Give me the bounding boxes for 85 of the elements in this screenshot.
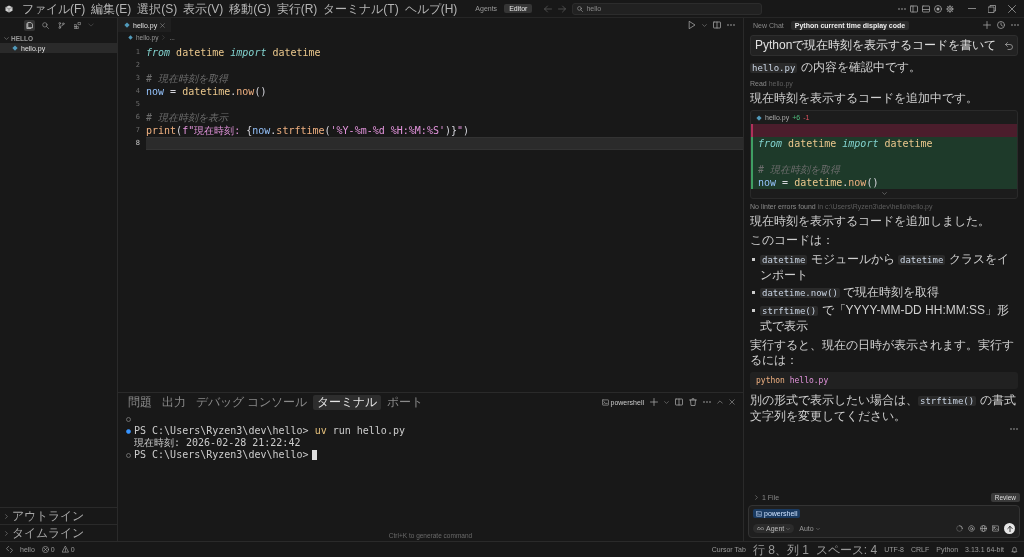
search-icon: [577, 5, 584, 12]
code-line: # 現在時刻を取得: [146, 72, 230, 85]
menu-item[interactable]: ファイル(F): [19, 0, 89, 17]
trash-icon[interactable]: [689, 398, 697, 406]
response-text: 現在時刻を表示するコードを追加中です。: [750, 91, 979, 106]
menu-item[interactable]: ターミナル(T): [320, 0, 402, 17]
code-block: python hello.py: [750, 372, 1018, 389]
file-type-icon: [12, 45, 18, 51]
menu-item[interactable]: 実行(R): [273, 0, 321, 17]
chevron-down-icon[interactable]: [702, 22, 707, 28]
warning-icon: [61, 546, 69, 553]
arrow-up-icon: [1006, 525, 1013, 532]
panel-tab[interactable]: ポート: [383, 394, 428, 410]
section-header[interactable]: タイムライン: [0, 524, 117, 541]
bullet-icon: [752, 291, 755, 294]
section-header[interactable]: アウトライン: [0, 507, 117, 524]
chevron-down-icon: [815, 526, 820, 531]
bullet-icon: [752, 309, 755, 312]
list-item: datetime.now() で現在時刻を取得: [760, 285, 940, 301]
menu-item[interactable]: 表示(V): [180, 0, 227, 17]
panel-tab[interactable]: 問題: [124, 394, 156, 410]
toggle-sidebar-icon[interactable]: [910, 4, 918, 13]
panel-tab[interactable]: 出力: [158, 394, 190, 410]
search-icon[interactable]: [39, 19, 51, 31]
settings-icon[interactable]: [946, 4, 954, 13]
more-icon[interactable]: [898, 7, 906, 10]
response-text: 現在時刻を表示するコードを追加しました。: [750, 214, 991, 229]
menu-item[interactable]: 編集(E): [88, 0, 135, 17]
code-line: print(f"現在時刻: {now.strftime('%Y-%m-%d %H:%M:%S')}"): [146, 124, 471, 137]
panel-tab[interactable]: ターミナル: [313, 394, 382, 410]
chevron-down-icon[interactable]: [881, 191, 887, 196]
infinity-icon: [757, 526, 764, 531]
list-item: strftime() で「YYYY-MM-DD HH:MM:SS」形式で表示: [760, 303, 1011, 334]
file-type-icon: [756, 114, 762, 121]
status-item[interactable]: 行 8、列 1: [752, 542, 809, 557]
chevron-down-icon: [786, 526, 791, 531]
response-text: hello.py の内容を確認中です。: [750, 60, 922, 76]
response-text: このコードは：: [750, 233, 835, 248]
terminal-icon: [756, 510, 762, 517]
response-text: 実行すると、現在の日時が表示されます。実行するには：: [750, 338, 1015, 368]
undo-icon[interactable]: [1005, 41, 1013, 50]
terminal-icon: [601, 398, 609, 406]
chevron-right-icon: [161, 34, 167, 40]
target-icon[interactable]: [934, 4, 942, 13]
terminal-line: PS C:\Users\Ryzen3\dev\hello> uv run hello.py: [134, 425, 405, 437]
bell-icon[interactable]: [1011, 546, 1018, 553]
history-icon[interactable]: [997, 21, 1005, 29]
ring-icon: [956, 525, 963, 532]
bullet-icon: [752, 258, 755, 261]
menu-item[interactable]: 移動(G): [226, 0, 274, 17]
remote-icon[interactable]: [6, 546, 13, 553]
error-icon: [41, 546, 49, 553]
run-icon[interactable]: [688, 21, 696, 29]
split-editor-icon[interactable]: [713, 21, 721, 29]
app-logo-icon: [5, 4, 13, 13]
close-icon[interactable]: [729, 399, 735, 405]
source-control-icon[interactable]: [55, 19, 67, 31]
plus-icon[interactable]: [983, 21, 991, 29]
message-text: Pythonで現在時刻を表示するコードを書いて: [755, 38, 997, 53]
at-sign-icon[interactable]: [968, 525, 975, 532]
extensions-icon[interactable]: [71, 19, 83, 31]
list-item: datetime モジュールから datetime クラスをインポート: [760, 252, 1010, 283]
menu-item[interactable]: 選択(S): [134, 0, 181, 17]
response-text: 別の形式で表示したい場合は、 strftime() の書式文字列を変更してください。: [750, 393, 1017, 424]
menu-item[interactable]: ヘルプ(H): [401, 0, 461, 17]
image-icon[interactable]: [992, 525, 999, 532]
terminal-line: PS C:\Users\Ryzen3\dev\hello>: [134, 449, 309, 461]
code-line: from datetime import datetime: [146, 46, 322, 59]
code-line: now = datetime.now(): [146, 85, 268, 98]
chevron-up-icon[interactable]: [717, 399, 723, 405]
send-button[interactable]: [1004, 523, 1015, 534]
code-line: # 現在時刻を表示: [146, 111, 230, 124]
close-icon[interactable]: [160, 22, 166, 28]
toggle-panel-icon[interactable]: [922, 4, 930, 13]
status-item[interactable]: スペース: 4: [815, 542, 878, 557]
panel-tab[interactable]: デバッグ コンソール: [192, 394, 312, 410]
chevron-down-icon[interactable]: [664, 399, 669, 405]
files-icon[interactable]: [23, 19, 35, 31]
globe-icon[interactable]: [980, 525, 987, 532]
terminal-output: 現在時刻: 2026-02-28 21:22:42: [133, 437, 301, 449]
restore-icon[interactable]: [988, 4, 996, 13]
split-terminal-icon[interactable]: [675, 398, 683, 406]
close-icon[interactable]: [1008, 4, 1016, 13]
chevron-down-icon[interactable]: [4, 36, 9, 41]
plus-icon[interactable]: [650, 398, 658, 406]
